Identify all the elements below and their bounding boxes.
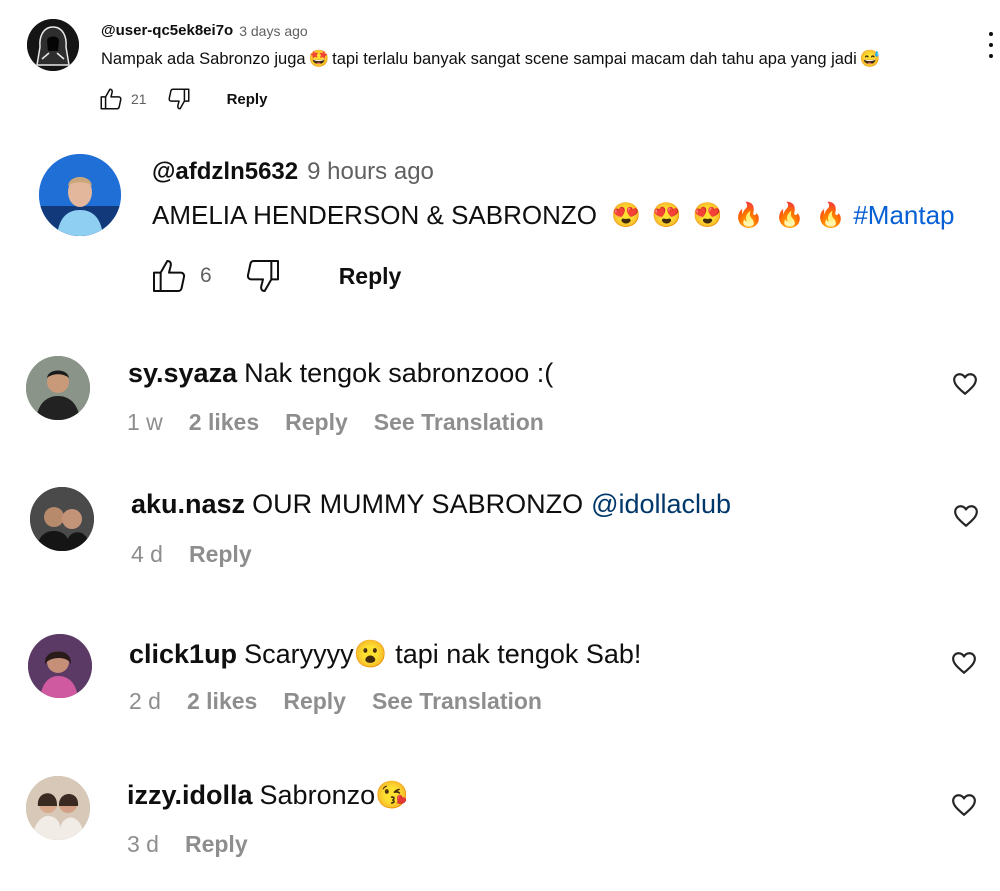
comment-username[interactable]: sy.syaza — [128, 358, 237, 389]
mention-link[interactable]: @idollaclub — [591, 489, 731, 520]
heart-icon[interactable] — [952, 372, 978, 396]
like-count: 6 — [200, 264, 212, 287]
likes-count[interactable]: 2 likes — [187, 688, 257, 715]
comment-line: sy.syaza Nak tengok sabronzooo :( — [128, 358, 553, 389]
heart-icon[interactable] — [953, 504, 979, 528]
thumbs-down-icon — [168, 88, 190, 110]
dislike-button[interactable] — [242, 256, 284, 296]
hashtag-link[interactable]: #Mantap — [853, 200, 954, 231]
thumbs-up-icon — [153, 260, 186, 292]
comment-author[interactable]: @user-qc5ek8ei7o — [101, 22, 233, 39]
reply-author[interactable]: @afdzln5632 — [152, 158, 298, 186]
avatar[interactable] — [28, 634, 92, 698]
avatar[interactable] — [26, 776, 90, 840]
user-photo-avatar — [26, 776, 90, 840]
comment-line: click1up Scaryyyy 😮 tapi nak tengok Sab! — [129, 638, 641, 670]
comment-time: 1 w — [127, 409, 163, 435]
reply-text: AMELIA HENDERSON & SABRONZO 😍 😍 😍 🔥 🔥 🔥 … — [152, 200, 955, 231]
thumbs-up-icon — [100, 88, 122, 110]
reply-author-avatar[interactable] — [39, 154, 121, 236]
like-count: 21 — [131, 91, 147, 107]
player-photo-avatar — [39, 154, 121, 236]
reply-header: @afdzln5632 9 hours ago — [152, 158, 434, 186]
comment-text: OUR MUMMY SABRONZO — [252, 489, 584, 519]
astonished-emoji: 😮 — [353, 639, 388, 669]
like-button[interactable] — [97, 86, 125, 112]
user-photo-avatar — [28, 634, 92, 698]
heart-eyes-emoji: 😍 — [610, 202, 641, 229]
see-translation-button[interactable]: See Translation — [372, 688, 542, 715]
comment-line: izzy.idolla Sabronzo 😘 — [127, 779, 409, 811]
comment-meta: 4 d Reply — [131, 541, 252, 568]
comment-meta: 3 d Reply — [127, 831, 248, 858]
more-vertical-icon[interactable] — [986, 32, 996, 58]
comment-line: aku.nasz OUR MUMMY SABRONZO @idollaclub — [131, 489, 731, 520]
reply-button[interactable]: Reply — [285, 409, 348, 436]
comment-timestamp[interactable]: 3 days ago — [239, 23, 308, 39]
comment-time: 2 d — [129, 688, 161, 714]
hooded-figure-avatar — [27, 19, 79, 71]
reply-actions: 6 Reply — [148, 256, 401, 296]
fire-emoji: 🔥 — [815, 202, 846, 229]
heart-eyes-emoji: 😍 — [692, 202, 723, 229]
star-eyes-emoji: 🤩 — [308, 50, 330, 68]
see-translation-button[interactable]: See Translation — [374, 409, 544, 436]
comment-text-part: Nampak ada Sabronzo juga — [101, 50, 306, 68]
comment-username[interactable]: izzy.idolla — [127, 780, 253, 811]
comment-text: Nak tengok sabronzooo :( — [244, 358, 554, 388]
comment-meta: 1 w 2 likes Reply See Translation — [127, 409, 544, 436]
fire-emoji: 🔥 — [733, 202, 764, 229]
comment-actions: 21 Reply — [97, 86, 267, 112]
comment-text-part: tapi terlalu banyak sangat scene sampai … — [332, 50, 857, 68]
comment-time: 4 d — [131, 541, 163, 567]
comment-text-part: Scaryyyy — [244, 638, 354, 669]
reply-button[interactable]: Reply — [283, 688, 346, 715]
dislike-button[interactable] — [165, 86, 193, 112]
comment-text: Nampak ada Sabronzo juga 🤩 tapi terlalu … — [101, 50, 880, 69]
comment-text: Sabronzo — [259, 779, 376, 810]
user-photo-avatar — [26, 356, 90, 420]
avatar[interactable] — [30, 487, 94, 551]
heart-eyes-emoji: 😍 — [651, 202, 682, 229]
reply-text-part: AMELIA HENDERSON & SABRONZO — [152, 200, 597, 230]
sweat-smile-emoji: 😅 — [859, 50, 881, 68]
reply-button[interactable]: Reply — [185, 831, 248, 858]
comment-text-part: tapi nak tengok Sab! — [395, 638, 642, 669]
likes-count[interactable]: 2 likes — [189, 409, 259, 436]
comment-time: 3 d — [127, 831, 159, 857]
comment-username[interactable]: aku.nasz — [131, 489, 245, 520]
user-photo-avatar — [30, 487, 94, 551]
reply-timestamp[interactable]: 9 hours ago — [307, 158, 434, 186]
kiss-emoji: 😘 — [375, 780, 409, 810]
reply-button[interactable]: Reply — [339, 263, 402, 290]
fire-emoji: 🔥 — [774, 202, 805, 229]
reply-button[interactable]: Reply — [189, 541, 252, 568]
avatar[interactable] — [26, 356, 90, 420]
heart-icon[interactable] — [951, 651, 977, 675]
comment-meta: 2 d 2 likes Reply See Translation — [129, 688, 542, 715]
reply-button[interactable]: Reply — [227, 91, 268, 108]
comment-header: @user-qc5ek8ei7o 3 days ago — [101, 22, 308, 39]
commenter-avatar[interactable] — [27, 19, 79, 71]
like-button[interactable] — [148, 256, 190, 296]
thumbs-down-icon — [246, 260, 279, 292]
heart-icon[interactable] — [951, 793, 977, 817]
comment-username[interactable]: click1up — [129, 639, 237, 670]
